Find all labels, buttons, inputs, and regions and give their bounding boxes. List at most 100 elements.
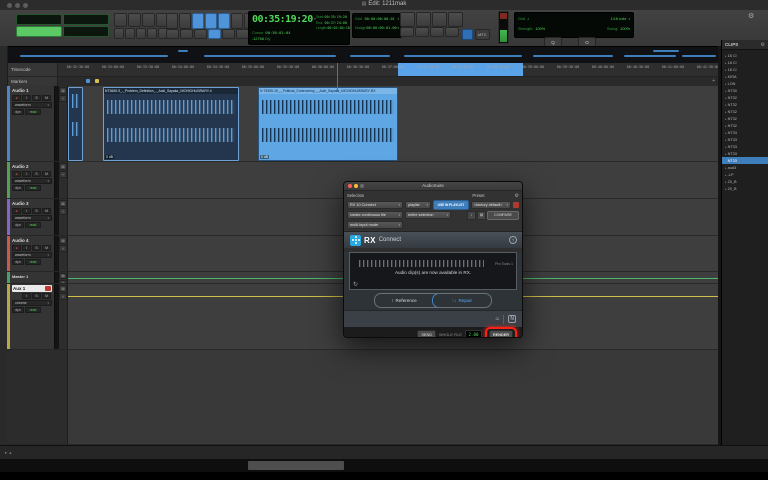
use-in-playlist-button[interactable]: USE IN PLAYLIST	[433, 200, 469, 210]
disclosure-triangle-icon[interactable]: ▸	[725, 173, 727, 177]
disclosure-triangle-icon[interactable]: ▸	[725, 54, 727, 58]
clip-gain-badge[interactable]: 0 dB	[105, 155, 114, 159]
edit-tool-icon[interactable]	[192, 13, 204, 29]
file-mode-selector[interactable]: create continuous file ▾	[347, 211, 403, 219]
send-button[interactable]: SEND	[417, 330, 436, 337]
chevron-down-icon[interactable]: ▾	[397, 24, 399, 33]
bottom-bar-icons[interactable]: ▸▴	[5, 450, 14, 456]
clip-list-item[interactable]: ▸ 18 Cl	[722, 52, 768, 59]
track-view-selector[interactable]: waveform ▾	[12, 215, 52, 221]
edit-tool-icon[interactable]	[205, 13, 217, 29]
plugin-selector[interactable]: RX 10 Connect ▾	[347, 201, 403, 209]
clip-list-item[interactable]: ▸ NT33	[722, 157, 768, 164]
clip-gain-badge[interactable]: 0 dB	[260, 155, 269, 159]
clip-list-item[interactable]: ▸ NT30	[722, 87, 768, 94]
clip-list-item[interactable]: ▸ KIRA	[722, 73, 768, 80]
zoom-tool-icon[interactable]	[142, 13, 155, 27]
markers-label[interactable]: Markers	[7, 77, 58, 86]
track-name[interactable]: Audio 4	[12, 237, 52, 244]
universe-view[interactable]	[7, 46, 720, 64]
clips-panel-gear-icon[interactable]: ⚙	[761, 42, 765, 48]
track-view-selector[interactable]: waveform ▾	[12, 178, 52, 184]
plugin-automation-button[interactable]	[513, 202, 519, 208]
solo-button[interactable]: S	[32, 208, 41, 214]
solo-button[interactable]: S	[32, 95, 41, 101]
clip-list-item[interactable]: ▸ NT33	[722, 136, 768, 143]
preset-selector[interactable]: <factory default> ▾	[471, 201, 511, 209]
help-icon[interactable]: ?	[509, 236, 517, 244]
edit-tool-secondary-icon[interactable]	[166, 29, 179, 39]
input-mode-selector[interactable]: multi-input mode ▾	[347, 221, 403, 229]
dyn-button[interactable]: dyn	[12, 307, 24, 313]
add-lane-icon[interactable]: +	[59, 208, 67, 215]
input-monitor-button[interactable]: I	[22, 171, 31, 177]
dialog-title-bar[interactable]: AudioSuite	[344, 182, 522, 191]
track-view-selector[interactable]: volume ▾	[12, 300, 52, 306]
audio-clip[interactable]: NT3665-9_-_Problem_Definition_-_Aoki_Say…	[103, 87, 239, 161]
clip-list-item[interactable]: ▸ LON	[722, 80, 768, 87]
track-lane[interactable]	[68, 350, 718, 445]
track-view-selector[interactable]: waveform ▾	[12, 252, 52, 258]
track-name[interactable]: Audio 1	[12, 87, 52, 94]
clip-list-item[interactable]: ▸ 18 Cl	[722, 59, 768, 66]
disclosure-triangle-icon[interactable]: ▸	[725, 138, 727, 142]
process-mode-selector[interactable]: entire selection ▾	[405, 211, 451, 219]
dialog-traffic-lights[interactable]	[348, 184, 364, 188]
track-name[interactable]: Aux 1	[12, 285, 52, 292]
automation-mode-button[interactable]: read	[25, 259, 41, 265]
add-lane-icon[interactable]: +	[59, 245, 67, 252]
clipboard-icon[interactable]: ▤	[477, 210, 486, 220]
edit-mode-button[interactable]	[63, 14, 109, 25]
bottom-tab[interactable]	[136, 461, 224, 470]
disclosure-triangle-icon[interactable]: ▸	[725, 103, 727, 107]
track-header[interactable]: Master 1 ● I S M ▾ dyn read	[7, 272, 68, 284]
zoom-preset-button[interactable]	[136, 28, 146, 39]
disclosure-triangle-icon[interactable]: ▸	[725, 68, 727, 72]
midi-grid-panel[interactable]: Grid ♪ 1/16 note ▾ Strength: 100% Swing: 100%	[514, 12, 634, 38]
clip-list-item[interactable]: ▸ NT32	[722, 101, 768, 108]
selection-reference-selector[interactable]: playlist ▾	[405, 201, 431, 209]
clip-list-item[interactable]: ▸ -LP	[722, 171, 768, 178]
mute-button[interactable]: M	[42, 95, 51, 101]
mtc-button[interactable]: MTC	[475, 29, 490, 40]
clip-list-item[interactable]: ▸ 20_B	[722, 185, 768, 192]
automation-mode-button[interactable]: read	[25, 109, 41, 115]
disclosure-triangle-icon[interactable]: ▸	[725, 110, 727, 114]
edit-tool-icon[interactable]	[166, 13, 178, 29]
track-header[interactable]: Aux 1 ● I S M volume▾ dyn read	[7, 284, 68, 350]
memory-location-marker[interactable]	[95, 79, 99, 83]
toolbar-gear-icon[interactable]: ⚙	[748, 12, 754, 20]
track-name[interactable]: Master 1	[12, 273, 52, 280]
playlist-icon[interactable]: ▤	[59, 273, 67, 279]
reference-button[interactable]: ↑ Reference	[375, 294, 433, 307]
disclosure-triangle-icon[interactable]: ▸	[725, 166, 727, 170]
bottom-tab[interactable]	[10, 461, 98, 470]
online-sync-button[interactable]	[462, 29, 473, 40]
dyn-button[interactable]: dyn	[12, 259, 24, 265]
playlist-icon[interactable]: ▤	[59, 285, 67, 292]
edit-tool-icon[interactable]	[218, 13, 230, 29]
playlist-icon[interactable]: ▤	[59, 163, 67, 170]
solo-button[interactable]: S	[32, 293, 41, 299]
input-monitor-button[interactable]: I	[22, 293, 31, 299]
playlist-icon[interactable]: ▤	[59, 200, 67, 207]
clip-list-item[interactable]: ▸ NT33	[722, 143, 768, 150]
input-monitor-button[interactable]: I	[22, 245, 31, 251]
disclosure-triangle-icon[interactable]: ▸	[725, 117, 727, 121]
audio-clip[interactable]	[68, 87, 83, 161]
timebase-label[interactable]: Timecode	[7, 63, 58, 76]
track-header[interactable]: Audio 1 ● I S M waveform ▾ dyn read ▤ +	[7, 86, 68, 162]
disclosure-triangle-icon[interactable]: ▸	[725, 124, 727, 128]
zoom-preset-button[interactable]	[114, 28, 124, 39]
clip-list-item[interactable]: ▸ NT32	[722, 115, 768, 122]
mute-button[interactable]: M	[42, 208, 51, 214]
compare-button[interactable]: COMPARE	[487, 210, 519, 220]
transport-locate-button[interactable]	[415, 27, 429, 37]
automation-mode-button[interactable]: read	[25, 307, 41, 313]
aux-solo-button[interactable]	[45, 286, 51, 291]
automation-mode-button[interactable]: read	[25, 222, 41, 228]
dyn-button[interactable]: dyn	[12, 222, 24, 228]
track-name[interactable]: Audio 2	[12, 163, 52, 170]
zoom-tool-icon[interactable]	[128, 13, 141, 27]
transport-locate-button[interactable]	[430, 27, 444, 37]
